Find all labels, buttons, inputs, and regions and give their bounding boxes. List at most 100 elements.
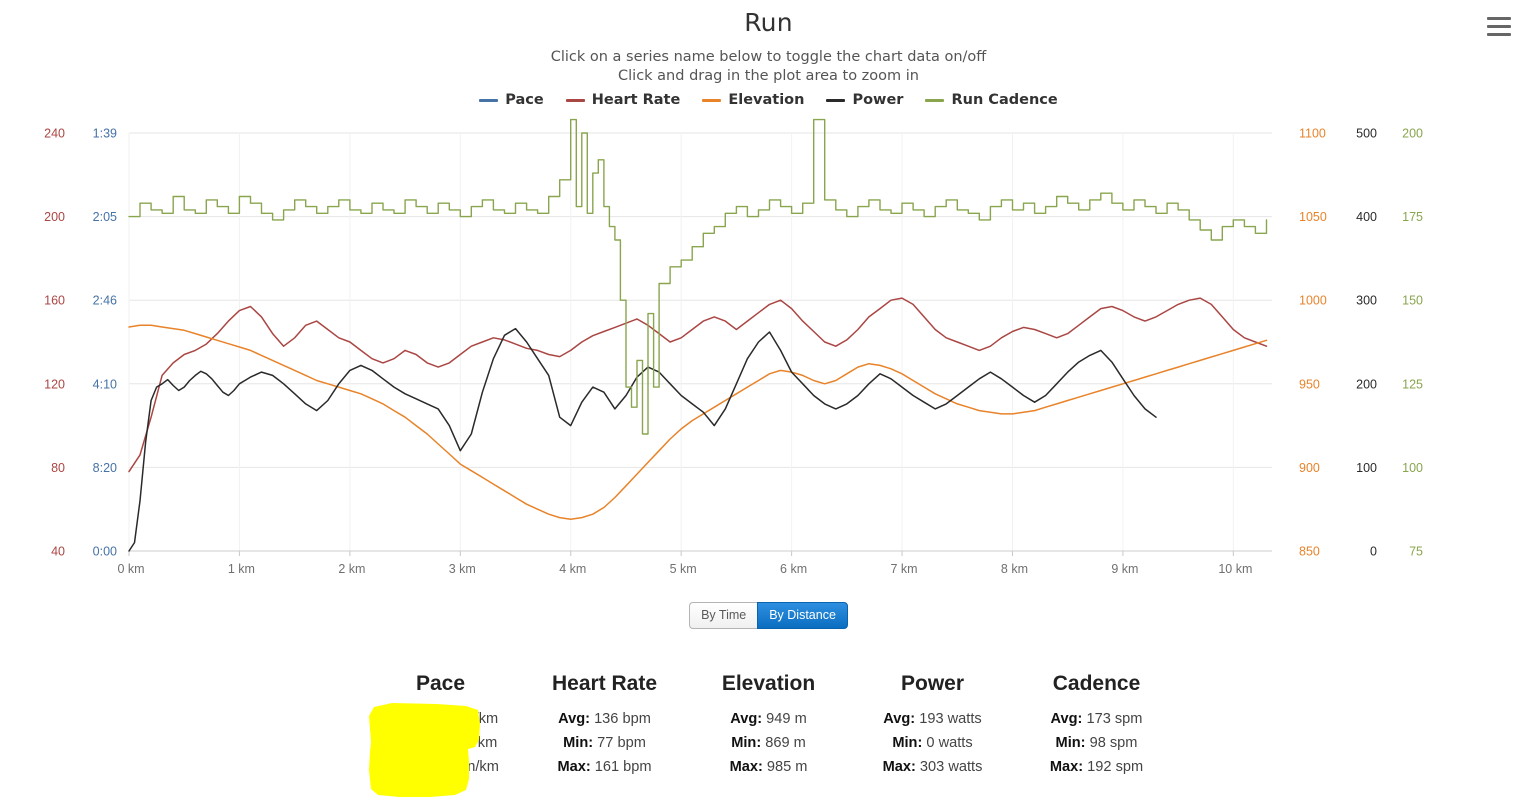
summary-stats: Pace Avg: 5:50 min/km Min: 0:00 min/km Max:… (0, 672, 1537, 779)
stat-avg-value: 193 watts (915, 711, 982, 727)
stat-row-min: Min: 0:00 min/km (359, 731, 523, 755)
stat-row-avg: Avg: 5:50 min/km (359, 707, 523, 731)
stat-avg-label: Avg: (382, 711, 415, 727)
axis-tick-power: 100 (1356, 461, 1377, 475)
stat-title: Cadence (1052, 672, 1141, 695)
x-axis-tick-label: 4 km (559, 562, 586, 576)
x-axis-tick-label: 3 km (449, 562, 476, 576)
x-axis-tick-label: 10 km (1218, 562, 1252, 576)
axis-tick-elevation: 950 (1299, 377, 1320, 391)
axis-tick-heart-rate: 240 (44, 127, 65, 141)
stat-max-label: Max: (1049, 759, 1084, 775)
stat-avg-label: Avg: (558, 711, 591, 727)
axis-tick-elevation: 850 (1299, 545, 1320, 559)
axis-tick-power: 0 (1370, 545, 1377, 559)
stat-avg-value: 5:50 min/km (414, 711, 499, 727)
stat-title: Pace (415, 672, 466, 695)
x-axis-tick-label: 6 km (780, 562, 807, 576)
stat-row-avg: Avg: 949 m (687, 707, 851, 731)
axis-tick-run-cadence: 175 (1402, 210, 1423, 224)
axis-tick-power: 300 (1356, 294, 1377, 308)
series-heart-rate (128, 297, 1268, 473)
stat-row-max: Max: 1:50 min/km (359, 755, 523, 779)
stat-min-label: Min: (383, 735, 414, 751)
axis-tick-pace: 1:39 (93, 127, 117, 141)
stat-avg-value: 136 bpm (590, 711, 651, 727)
axis-tick-pace: 4:10 (93, 377, 117, 391)
stat-row-min: Min: 0 watts (851, 731, 1015, 755)
stat-avg-label: Avg: (1050, 711, 1083, 727)
stat-row-avg: Avg: 193 watts (851, 707, 1015, 731)
x-axis-tick-label: 1 km (228, 562, 255, 576)
axis-tick-elevation: 900 (1299, 461, 1320, 475)
axis-tick-run-cadence: 125 (1402, 377, 1423, 391)
axis-tick-heart-rate: 200 (44, 210, 65, 224)
axis-mode-toggle-group: By Time By Distance (0, 602, 1537, 629)
axis-tick-heart-rate: 80 (51, 461, 65, 475)
axis-tick-elevation: 1050 (1299, 210, 1327, 224)
stat-row-max: Max: 161 bpm (523, 755, 687, 779)
stat-title: Elevation (721, 672, 816, 695)
series-run-cadence (128, 118, 1268, 435)
stat-row-min: Min: 869 m (687, 731, 851, 755)
stat-min-value: 98 spm (1085, 735, 1138, 751)
x-axis-tick-label: 2 km (338, 562, 365, 576)
x-axis-tick-label: 5 km (670, 562, 697, 576)
axis-tick-heart-rate: 40 (51, 545, 65, 559)
x-axis-tick-label: 7 km (890, 562, 917, 576)
stat-max-label: Max: (729, 759, 763, 775)
axis-tick-power: 500 (1356, 127, 1377, 141)
axis-tick-pace: 8:20 (93, 461, 117, 475)
stat-min-label: Min: (1055, 735, 1086, 751)
activity-chart[interactable]: 240 200 160 120 80 40 1:39 2:05 2:46 4:10 8:20 0:00… (0, 0, 1537, 595)
axis-tick-run-cadence: 150 (1402, 294, 1423, 308)
stat-column-cadence: Cadence Avg: 173 spm Min: 98 spm Max: 192 s… (1015, 672, 1179, 779)
stat-row-min: Min: 98 spm (1015, 731, 1179, 755)
stat-column-heart-rate: Heart Rate Avg: 136 bpm Min: 77 bpm Max: 16… (523, 672, 687, 779)
stat-title: Heart Rate (551, 672, 658, 695)
axis-tick-elevation: 1000 (1299, 294, 1327, 308)
stat-max-value: 1:50 min/km (415, 759, 499, 775)
stat-row-max: Max: 192 spm (1015, 755, 1179, 779)
by-distance-button[interactable]: By Distance (757, 602, 848, 629)
run-chart-page: Run Click on a series name below to togg… (0, 0, 1537, 801)
stat-max-label: Max: (557, 759, 591, 775)
stat-row-avg: Avg: 173 spm (1015, 707, 1179, 731)
axis-tick-elevation: 1100 (1299, 127, 1326, 141)
axis-tick-pace: 0:00 (93, 545, 117, 559)
stat-avg-label: Avg: (730, 711, 763, 727)
axis-tick-heart-rate: 120 (44, 377, 65, 391)
stat-avg-value: 949 m (762, 711, 807, 727)
axis-tick-heart-rate: 160 (44, 294, 65, 308)
stat-max-value: 303 watts (915, 759, 983, 775)
stat-min-value: 0 watts (922, 735, 973, 751)
stat-max-value: 161 bpm (590, 759, 652, 775)
stat-title: Power (900, 672, 965, 695)
stat-min-value: 0:00 min/km (413, 735, 498, 751)
axis-tick-run-cadence: 200 (1402, 127, 1423, 141)
stat-avg-value: 173 spm (1082, 711, 1143, 727)
axis-tick-pace: 2:05 (93, 210, 117, 224)
axis-tick-power: 200 (1356, 377, 1377, 391)
axis-tick-power: 400 (1356, 210, 1377, 224)
series-elevation (128, 324, 1268, 520)
x-axis-tick-label: 8 km (1001, 562, 1028, 576)
stat-max-label: Max: (882, 759, 916, 775)
stat-row-min: Min: 77 bpm (523, 731, 687, 755)
axis-tick-pace: 2:46 (93, 294, 117, 308)
stat-max-value: 192 spm (1083, 759, 1144, 775)
stat-max-label: Max: (382, 759, 416, 775)
stat-max-value: 985 m (762, 759, 808, 775)
axis-tick-run-cadence: 75 (1409, 545, 1423, 559)
by-time-button[interactable]: By Time (689, 602, 758, 629)
stat-min-value: 77 bpm (593, 735, 646, 751)
x-axis-tick-label: 9 km (1111, 562, 1138, 576)
stat-row-max: Max: 303 watts (851, 755, 1015, 779)
axis-tick-run-cadence: 100 (1402, 461, 1423, 475)
stat-row-avg: Avg: 136 bpm (523, 707, 687, 731)
stat-column-elevation: Elevation Avg: 949 m Min: 869 m Max: 985 m (687, 672, 851, 779)
stat-min-value: 869 m (761, 735, 806, 751)
stat-avg-label: Avg: (883, 711, 916, 727)
x-axis-tick-label: 0 km (117, 562, 144, 576)
stat-row-max: Max: 985 m (687, 755, 851, 779)
